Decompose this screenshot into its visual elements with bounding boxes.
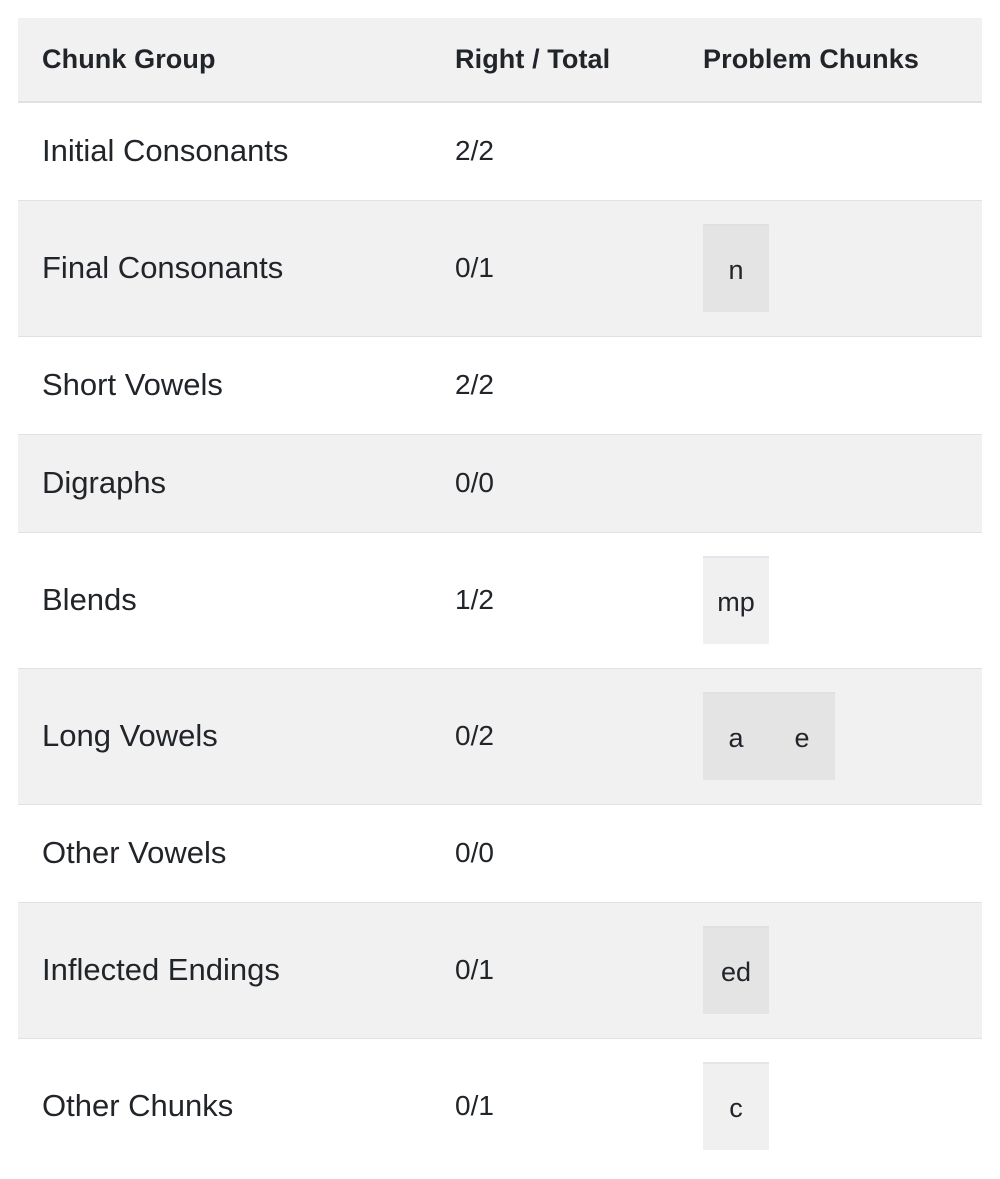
table-row: Inflected Endings 0/1 ed <box>18 901 982 1038</box>
cell-problem-chunks: c <box>679 1037 982 1174</box>
cell-chunk-group: Other Chunks <box>18 1037 431 1174</box>
cell-problem-chunks <box>679 335 982 434</box>
table-row: Long Vowels 0/2 a e <box>18 667 982 804</box>
cell-problem-chunks: mp <box>679 531 982 668</box>
problem-chunk-badge: n <box>703 224 769 312</box>
cell-chunk-group: Initial Consonants <box>42 133 289 169</box>
cell-problem-chunks <box>679 803 982 902</box>
cell-right-total: 1/2 <box>431 531 679 668</box>
cell-problem-chunks: n <box>679 199 982 336</box>
cell-right-total: 0/1 <box>431 901 679 1038</box>
cell-chunk-group: Short Vowels <box>18 335 431 434</box>
cell-right-total: 0/1 <box>431 1037 679 1174</box>
problem-chunk-badge: c <box>703 1062 769 1151</box>
table-row: Short Vowels 2/2 <box>18 335 982 434</box>
cell-problem-chunks <box>679 433 982 532</box>
cell-right-total: 2/2 <box>431 335 679 434</box>
problem-chunk-badge: a <box>703 692 769 780</box>
cell-problem-chunks <box>679 102 982 200</box>
table-row: Other Chunks 0/1 c <box>18 1037 982 1174</box>
table-row: Other Vowels 0/0 <box>18 803 982 902</box>
cell-chunk-group: Other Vowels <box>18 803 431 902</box>
table-row: Digraphs 0/0 <box>18 433 982 532</box>
cell-right-total: 0/2 <box>431 667 679 804</box>
table-row: Final Consonants 0/1 n <box>18 199 982 336</box>
cell-right-total: 0/1 <box>431 199 679 336</box>
table-row: Initial Consonants 2/2 <box>18 102 982 200</box>
table-header-row: Chunk Group Right / Total Problem Chunks <box>18 18 982 103</box>
results-table-container: Chunk Group Right / Total Problem Chunks… <box>0 0 1000 1174</box>
table-body: Initial Consonants 2/2 Final Consonants 0/1… <box>18 102 982 1174</box>
cell-chunk-group: Long Vowels <box>18 667 431 804</box>
cell-right-total: 0/0 <box>431 803 679 902</box>
column-header-right-total: Right / Total <box>431 18 679 103</box>
cell-chunk-group: Digraphs <box>18 433 431 532</box>
cell-problem-chunks: ae <box>679 667 982 804</box>
cell-problem-chunks: ed <box>679 901 982 1038</box>
cell-right-total: 2/2 <box>455 135 494 167</box>
cell-chunk-group: Final Consonants <box>18 199 431 336</box>
problem-chunk-badge: mp <box>703 556 769 644</box>
column-header-chunk-group: Chunk Group <box>18 18 431 103</box>
cell-chunk-group: Blends <box>18 531 431 668</box>
cell-chunk-group: Inflected Endings <box>18 901 431 1038</box>
column-header-problem-chunks: Problem Chunks <box>679 18 982 103</box>
cell-right-total: 0/0 <box>431 433 679 532</box>
problem-chunk-badge: e <box>769 692 835 780</box>
chunk-results-table: Chunk Group Right / Total Problem Chunks… <box>18 18 982 1174</box>
table-header: Chunk Group Right / Total Problem Chunks <box>18 18 982 103</box>
table-row: Blends 1/2 mp <box>18 531 982 668</box>
problem-chunk-badge: ed <box>703 926 769 1014</box>
